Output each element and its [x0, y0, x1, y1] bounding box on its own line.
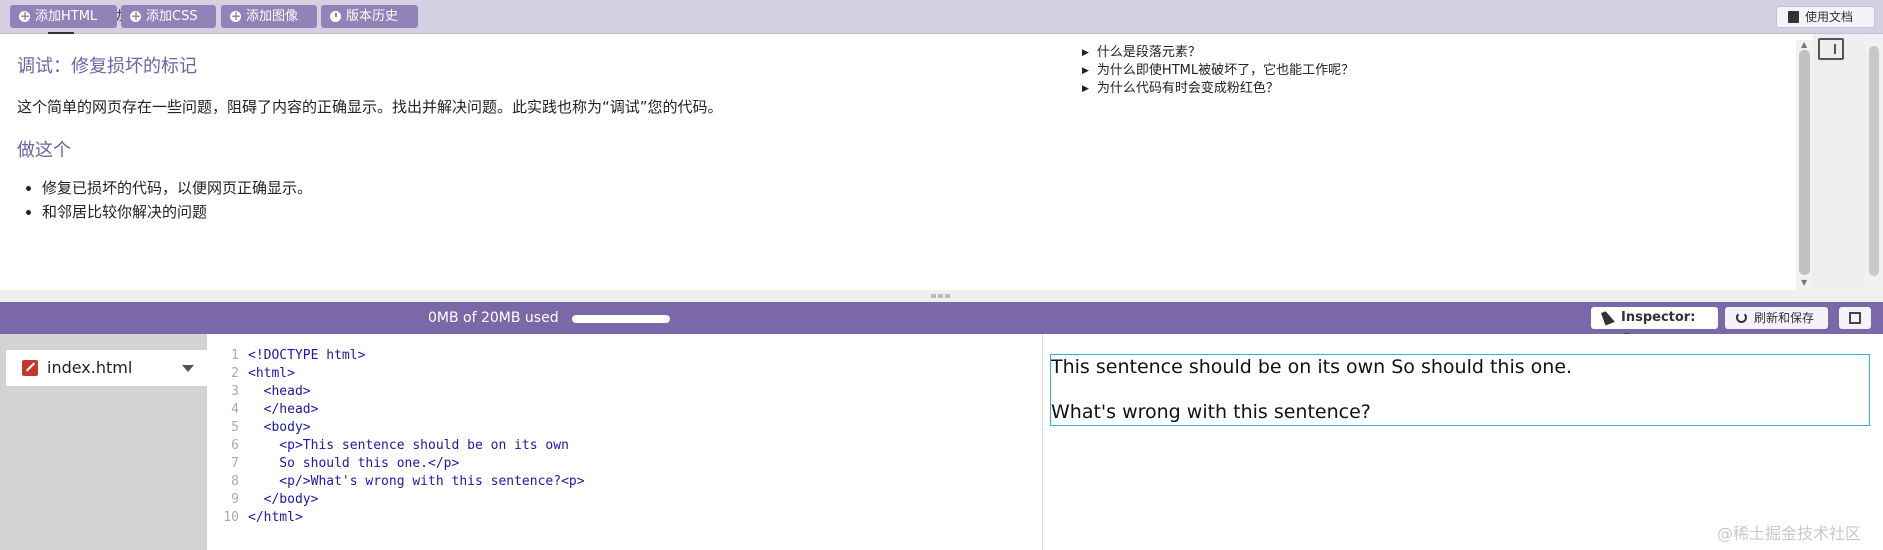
line-number: 6: [231, 438, 239, 453]
code-editor[interactable]: 1 <!DOCTYPE html> 2 <html> 3 <head> 4 </he…: [207, 334, 1042, 550]
drag-handle-icon[interactable]: [931, 294, 951, 298]
page-scrollbar-thumb[interactable]: [1869, 46, 1879, 276]
file-item-index[interactable]: index.html: [6, 350, 207, 386]
code-text[interactable]: So should this one.</p>: [248, 456, 459, 471]
book-icon: [1788, 11, 1799, 23]
code-line[interactable]: 8 <p/>What's wrong with this sentence?<p…: [207, 473, 584, 491]
code-text[interactable]: <p>This sentence should be on its own: [248, 438, 569, 453]
code-line[interactable]: 5 <body>: [207, 419, 311, 437]
refresh-save-button[interactable]: 刷新和保存: [1725, 307, 1828, 329]
line-number: 2: [231, 366, 239, 381]
code-line[interactable]: 2 <html>: [207, 365, 295, 383]
faq-list: 什么是段落元素？ 为什么即使HTML被破坏了，它也能工作呢？ 为什么代码有时会变…: [1082, 44, 1354, 98]
code-text[interactable]: <body>: [248, 420, 311, 435]
task-list: 修复已损坏的代码，以便网页正确显示。 和邻居比较你解决的问题: [42, 176, 312, 224]
version-history-button[interactable]: 版本历史: [321, 5, 418, 28]
line-number: 8: [231, 474, 239, 489]
file-sidebar: index.html: [0, 334, 207, 550]
code-text[interactable]: <!DOCTYPE html>: [248, 348, 365, 363]
page-scrollbar[interactable]: [1865, 34, 1883, 290]
code-line[interactable]: 9 </body>: [207, 491, 318, 509]
code-line[interactable]: 3 <head>: [207, 383, 311, 401]
resize-divider[interactable]: [0, 290, 1883, 302]
instructions-paragraph: 这个简单的网页存在一些问题，阻碍了内容的正确显示。找出并解决问题。此实践也称为“…: [17, 98, 723, 116]
scroll-down-icon[interactable]: ▼: [1801, 278, 1807, 287]
list-item: 和邻居比较你解决的问题: [42, 200, 312, 224]
clock-icon: [330, 11, 341, 22]
code-line[interactable]: 10 </html>: [207, 509, 303, 527]
inspector-toggle[interactable]: Inspector: On: [1591, 307, 1718, 347]
code-text[interactable]: </html>: [248, 510, 303, 525]
storage-usage-bar: [572, 315, 670, 323]
faq-item-pink-code[interactable]: 为什么代码有时会变成粉红色？: [1082, 80, 1354, 98]
code-line[interactable]: 6 <p>This sentence should be on its own: [207, 437, 569, 455]
add-image-button[interactable]: 添加图像: [221, 5, 317, 28]
add-css-label: 添加CSS: [146, 9, 198, 24]
instructions-panel: 调试：修复损坏的标记 这个简单的网页存在一些问题，阻碍了内容的正确显示。找出并解…: [0, 34, 1800, 290]
faq-item-paragraph[interactable]: 什么是段落元素？: [1082, 44, 1354, 62]
refresh-save-label: 刷新和保存: [1754, 311, 1815, 325]
scrollbar-thumb[interactable]: [1799, 50, 1810, 275]
cursor-icon: [1601, 309, 1615, 326]
refresh-icon: [1736, 312, 1747, 323]
storage-usage: 0MB of 20MB used: [428, 310, 559, 326]
list-item: 修复已损坏的代码，以便网页正确显示。: [42, 176, 312, 200]
add-html-label: 添加HTML: [35, 9, 98, 24]
code-text[interactable]: <head>: [248, 384, 311, 399]
scroll-up-icon[interactable]: ▲: [1801, 40, 1807, 49]
docs-button[interactable]: 使用文档: [1776, 6, 1875, 28]
line-number: 5: [231, 420, 239, 435]
line-number: 3: [231, 384, 239, 399]
add-image-label: 添加图像: [246, 9, 299, 24]
instructions-scrollbar[interactable]: ▲ ▼: [1796, 40, 1813, 290]
code-text[interactable]: <p/>What's wrong with this sentence?<p>: [248, 474, 584, 489]
line-number: 9: [231, 492, 239, 507]
line-number: 4: [231, 402, 239, 417]
immersive-reader-icon[interactable]: [1818, 38, 1844, 60]
watermark: @稀土掘金技术社区: [1717, 524, 1862, 543]
code-text[interactable]: </head>: [248, 402, 319, 417]
preview-paragraph-2: What's wrong with this sentence?: [1051, 401, 1371, 423]
do-this-heading: 做这个: [17, 140, 71, 161]
page-title: 调试：修复损坏的标记: [17, 56, 197, 77]
docs-button-label: 使用文档: [1805, 10, 1854, 24]
expand-icon: [1849, 312, 1861, 324]
add-css-button[interactable]: 添加CSS: [121, 5, 216, 28]
plus-circle-icon: [19, 5, 30, 28]
preview-pane: This sentence should be on its own So sh…: [1043, 334, 1883, 550]
code-text[interactable]: <html>: [248, 366, 295, 381]
side-tools: [1813, 34, 1865, 290]
add-html-button[interactable]: 添加HTML: [10, 5, 117, 28]
file-name: index.html: [47, 358, 133, 377]
plus-circle-icon: [130, 5, 141, 28]
line-number: 10: [223, 510, 239, 525]
plus-circle-icon: [230, 5, 241, 28]
fullscreen-button[interactable]: [1839, 307, 1871, 329]
html-file-icon: [22, 360, 38, 376]
faq-item-broken-html[interactable]: 为什么即使HTML被破坏了，它也能工作呢？: [1082, 62, 1354, 80]
code-text[interactable]: </body>: [248, 492, 319, 507]
code-line[interactable]: 7 So should this one.</p>: [207, 455, 459, 473]
chevron-down-icon[interactable]: [182, 365, 194, 372]
preview-paragraph-1: This sentence should be on its own So sh…: [1051, 356, 1573, 378]
code-line[interactable]: 1 <!DOCTYPE html>: [207, 347, 365, 365]
line-number: 7: [231, 456, 239, 471]
code-line[interactable]: 4 </head>: [207, 401, 318, 419]
version-history-label: 版本历史: [346, 9, 399, 24]
line-number: 1: [231, 348, 239, 363]
